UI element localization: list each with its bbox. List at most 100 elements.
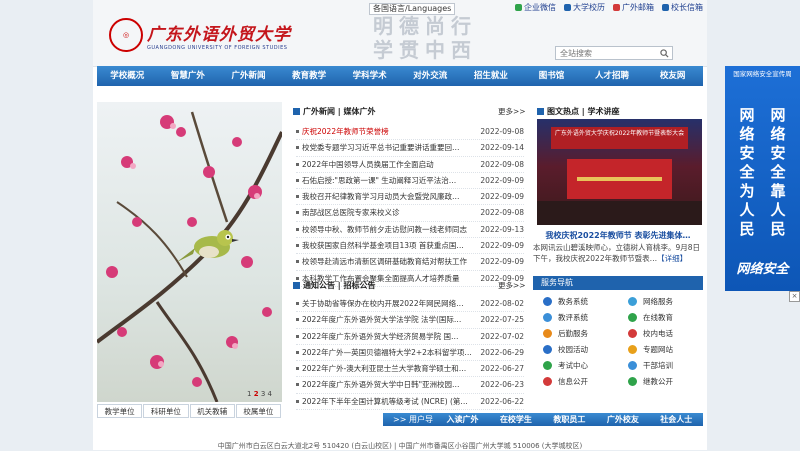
nav-item-smart-campus[interactable]: 智慧广外: [158, 66, 219, 86]
list-item[interactable]: 2022年中国领导人员换届工作全面启动 2022-09-08: [296, 157, 524, 173]
university-logo[interactable]: ◎ 广东外语外贸大学 GUANGDONG UNIVERSITY OF FOREI…: [109, 18, 291, 52]
news-more-link[interactable]: 更多>>: [498, 106, 526, 117]
list-item-title[interactable]: 2022年度广东外语外贸大学法学院 法学(国际…: [296, 312, 480, 327]
tab-teaching-units[interactable]: 教学单位: [97, 404, 143, 418]
list-item[interactable]: 校领导中秋、教师节前夕走访慰问教一线老师同志 2022-09-13: [296, 222, 524, 239]
search-input[interactable]: [555, 46, 673, 60]
cyber-security-ad[interactable]: 国家网络安全宣传周 网络安全为人民 网络安全靠人民 网络安全: [725, 66, 800, 291]
nav-item-recruitment[interactable]: 人才招聘: [582, 66, 643, 86]
list-item-date: 2022-06-22: [480, 396, 524, 406]
nav-item-education[interactable]: 教育教学: [279, 66, 340, 86]
list-item[interactable]: 2022年度广东外语外贸大学经济贸易学院 国… 2022-07-02: [296, 329, 524, 345]
service-item[interactable]: 网络服务: [618, 295, 703, 307]
nav-item-international[interactable]: 对外交流: [400, 66, 461, 86]
list-item-title[interactable]: 我校获国家自然科学基金项目13项 首获重点国…: [296, 238, 480, 253]
section-icon: [293, 108, 300, 115]
unit-tabs: 教学单位 科研单位 机关教辅 校属单位: [97, 404, 282, 418]
list-item-title[interactable]: 校领导中秋、教师节前夕走访慰问教一线老师同志: [296, 222, 480, 237]
list-item-title[interactable]: 2022年度广东外语外贸大学中日韩"亚洲校园…: [296, 377, 480, 392]
nav-item-admissions[interactable]: 招生就业: [461, 66, 522, 86]
top-link-wechat[interactable]: 企业微信: [515, 2, 556, 13]
list-item-title[interactable]: 2022年下半年全国计算机等级考试 (NCRE) (第…: [296, 394, 480, 409]
nav-item-news[interactable]: 广外新闻: [218, 66, 279, 86]
hot-news-summary: 本网讯云山碧溪映师心，立德树人育桃李。9月8日下午，我校庆祝2022年教师节暨表…: [533, 243, 701, 263]
hot-news-detail-link[interactable]: 【详细】: [657, 254, 687, 263]
slideshow-photo[interactable]: 1 2 3 4: [97, 102, 282, 402]
list-item-date: 2022-09-14: [480, 143, 524, 153]
guide-item-students[interactable]: 在校学生: [489, 413, 542, 426]
notices-list: 关于协助省等保办在校内开展2022年网民网络… 2022-08-02 2022年度广…: [296, 296, 524, 411]
service-item[interactable]: 校内电话: [618, 327, 703, 339]
service-item[interactable]: 在线教育: [618, 311, 703, 323]
notices-more-link[interactable]: 更多>>: [498, 280, 526, 291]
service-item[interactable]: 后勤服务: [533, 327, 618, 339]
list-item[interactable]: 2022年度广东外语外贸大学法学院 法学(国际… 2022-07-25: [296, 312, 524, 329]
service-item[interactable]: 专题网站: [618, 343, 703, 355]
service-label: 在线教育: [643, 312, 673, 322]
list-item[interactable]: 我校召开纪律教育学习月动员大会暨党风廉政… 2022-09-09: [296, 189, 524, 206]
top-link-president-mailbox[interactable]: 校长信箱: [662, 2, 703, 13]
top-link-mail[interactable]: 广外邮箱: [613, 2, 654, 13]
service-item[interactable]: 考试中心: [533, 359, 618, 371]
calendar-icon: [564, 4, 571, 11]
hot-news-headline[interactable]: 我校庆祝2022年教师节 表彰先进集体…: [533, 230, 703, 241]
envelope-icon: [662, 4, 669, 11]
lectures-section-title[interactable]: 图文热点 | 学术讲座: [537, 106, 620, 117]
list-item[interactable]: 2022年广外—英国贝德福特大学2+2本科留学项… 2022-06-29: [296, 345, 524, 362]
list-item[interactable]: 南部战区总医院专家来校义诊 2022-09-08: [296, 205, 524, 222]
nav-item-library[interactable]: 图书馆: [521, 66, 582, 86]
service-label: 后勤服务: [558, 328, 588, 338]
pager-1[interactable]: 1: [247, 390, 251, 398]
list-item-date: 2022-07-25: [480, 315, 524, 325]
list-item[interactable]: 我校获国家自然科学基金项目13项 首获重点国… 2022-09-09: [296, 238, 524, 255]
ad-close-icon[interactable]: ×: [789, 291, 800, 302]
news-section-title[interactable]: 广外新闻 | 媒体广外: [293, 106, 376, 117]
list-item-title[interactable]: 我校召开纪律教育学习月动员大会暨党风廉政…: [296, 189, 480, 204]
pager-4[interactable]: 4: [268, 390, 272, 398]
list-item[interactable]: 2022年下半年全国计算机等级考试 (NCRE) (第… 2022-06-22: [296, 394, 524, 411]
list-item[interactable]: 关于协助省等保办在校内开展2022年网民网络… 2022-08-02: [296, 296, 524, 313]
tab-affiliated-units[interactable]: 校属单位: [235, 404, 281, 418]
pager-3[interactable]: 3: [261, 390, 265, 398]
guide-item-staff[interactable]: 教职员工: [543, 413, 596, 426]
list-item[interactable]: 石佑启授:"思政第一课" 生动阐释习近平法治… 2022-09-09: [296, 173, 524, 190]
list-item-title[interactable]: 2022年广外—英国贝德福特大学2+2本科留学项…: [296, 345, 480, 360]
nav-item-research[interactable]: 学科学术: [339, 66, 400, 86]
guide-item-alumni[interactable]: 广外校友: [596, 413, 649, 426]
service-item[interactable]: 干部培训: [618, 359, 703, 371]
list-item-title[interactable]: 2022年广外-澳大利亚昆士兰大学教育学硕士和…: [296, 361, 480, 376]
list-item-title[interactable]: 庆祝2022年教师节荣誉榜: [296, 124, 480, 139]
list-item-title[interactable]: 南部战区总医院专家来校义诊: [296, 205, 480, 220]
nav-item-about[interactable]: 学校概况: [97, 66, 158, 86]
hot-news-photo[interactable]: 广东外语外贸大学庆祝2022年教师节暨表彰大会: [537, 119, 702, 225]
search-button[interactable]: [657, 46, 671, 60]
motto: 明德尚行 学贯中西: [373, 14, 477, 62]
list-item[interactable]: 2022年广外-澳大利亚昆士兰大学教育学硕士和… 2022-06-27: [296, 361, 524, 378]
guide-item-prospective[interactable]: 入读广外: [436, 413, 489, 426]
list-item-title[interactable]: 石佑启授:"思政第一课" 生动阐释习近平法治…: [296, 173, 480, 188]
service-item[interactable]: 继教公开: [618, 375, 703, 387]
top-link-calendar[interactable]: 大学校历: [564, 2, 605, 13]
guide-item-public[interactable]: 社会人士: [650, 413, 703, 426]
pager-2[interactable]: 2: [254, 390, 259, 398]
service-item[interactable]: 校园活动: [533, 343, 618, 355]
notices-section-title[interactable]: 通知公告 | 招标公告: [293, 280, 376, 291]
list-item[interactable]: 庆祝2022年教师节荣誉榜 2022-09-08: [296, 124, 524, 141]
list-item[interactable]: 校党委专题学习习近平总书记重要讲话重要回… 2022-09-14: [296, 140, 524, 157]
service-item[interactable]: 信息公开: [533, 375, 618, 387]
list-item-title[interactable]: 2022年度广东外语外贸大学经济贸易学院 国…: [296, 329, 480, 344]
list-item-title[interactable]: 校领导赴清远市清新区调研基础教育结对帮扶工作: [296, 254, 480, 269]
service-label: 网络服务: [643, 296, 673, 306]
list-item[interactable]: 2022年度广东外语外贸大学中日韩"亚洲校园… 2022-06-23: [296, 377, 524, 394]
list-item-title[interactable]: 关于协助省等保办在校内开展2022年网民网络…: [296, 296, 480, 311]
service-item[interactable]: 教务系统: [533, 295, 618, 307]
services-title: 服务导航: [533, 276, 703, 290]
tab-admin-units[interactable]: 机关教辅: [189, 404, 235, 418]
list-item-title[interactable]: 校党委专题学习习近平总书记重要讲话重要回…: [296, 140, 480, 155]
service-item[interactable]: 教评系统: [533, 311, 618, 323]
nav-item-alumni[interactable]: 校友网: [642, 66, 703, 86]
slideshow-pager: 1 2 3 4: [247, 390, 272, 398]
tab-research-units[interactable]: 科研单位: [143, 404, 189, 418]
list-item[interactable]: 校领导赴清远市清新区调研基础教育结对帮扶工作 2022-09-09: [296, 254, 524, 271]
list-item-title[interactable]: 2022年中国领导人员换届工作全面启动: [296, 157, 480, 172]
